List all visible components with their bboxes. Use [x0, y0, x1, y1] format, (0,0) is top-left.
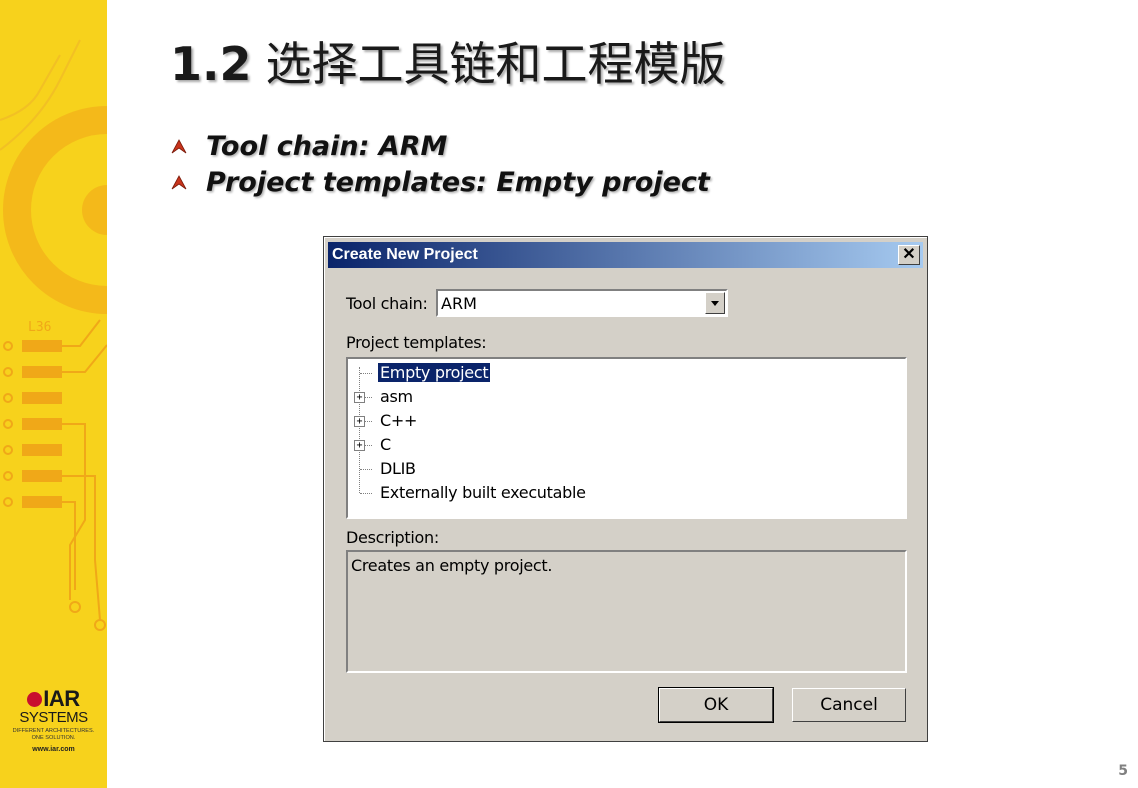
tree-item-label: C++	[380, 411, 418, 430]
circuit-decoration	[0, 39, 107, 631]
slide-title: 1.2 选择工具链和工程模版	[170, 28, 726, 94]
templates-label: Project templates:	[346, 333, 487, 352]
bullet-text: Project templates: Empty project	[206, 166, 710, 198]
tree-item-label: C	[380, 435, 391, 454]
expand-icon[interactable]: +	[354, 440, 365, 451]
close-icon: ✕	[902, 246, 916, 263]
logo-brand: IAR	[0, 688, 107, 710]
tree-item-label: Empty project	[378, 363, 491, 382]
templates-tree[interactable]: Empty project + asm + C++ + C DLIB Exter…	[346, 357, 907, 519]
dialog-title: Create New Project	[332, 246, 478, 263]
bullet-arrow-icon	[171, 139, 187, 154]
sidebar-band: L36 IAR SYSTEMS DIFFERENT ARCHITECTURES.…	[0, 0, 107, 788]
bullet-item: Tool chain: ARM	[170, 128, 710, 164]
toolchain-label: Tool chain:	[346, 294, 428, 313]
description-label: Description:	[346, 528, 439, 547]
logo-systems: SYSTEMS	[19, 709, 88, 726]
chip-label: L36	[28, 320, 52, 335]
title-text: 选择工具链和工程模版	[265, 37, 726, 91]
toolchain-select[interactable]: ARM	[436, 289, 728, 317]
tree-connector	[359, 367, 360, 493]
ok-button[interactable]: OK	[658, 687, 774, 723]
close-button[interactable]: ✕	[898, 245, 920, 265]
tree-item-label: Externally built executable	[380, 483, 586, 502]
bullet-list: Tool chain: ARM Project templates: Empty…	[170, 128, 710, 200]
bullet-item: Project templates: Empty project	[170, 164, 710, 200]
expand-icon[interactable]: +	[354, 392, 365, 403]
description-text: Creates an empty project.	[351, 556, 553, 575]
tree-item-label: asm	[380, 387, 413, 406]
logo-url: www.iar.com	[32, 746, 75, 753]
logo-dot-icon	[27, 692, 43, 707]
toolchain-value: ARM	[441, 294, 477, 313]
bullet-text: Tool chain: ARM	[206, 130, 448, 162]
dialog-titlebar[interactable]: Create New Project ✕	[328, 242, 923, 268]
bullet-arrow-icon	[171, 175, 187, 190]
title-number: 1.2	[170, 37, 252, 91]
iar-logo: IAR SYSTEMS DIFFERENT ARCHITECTURES. ONE…	[0, 688, 107, 754]
logo-tagline: DIFFERENT ARCHITECTURES. ONE SOLUTION.	[12, 728, 95, 741]
description-box: Creates an empty project.	[346, 550, 907, 673]
cancel-button[interactable]: Cancel	[792, 688, 906, 722]
page-number: 5	[1118, 763, 1128, 779]
chevron-down-icon[interactable]	[705, 292, 725, 314]
tree-item-label: DLIB	[380, 459, 416, 478]
expand-icon[interactable]: +	[354, 416, 365, 427]
